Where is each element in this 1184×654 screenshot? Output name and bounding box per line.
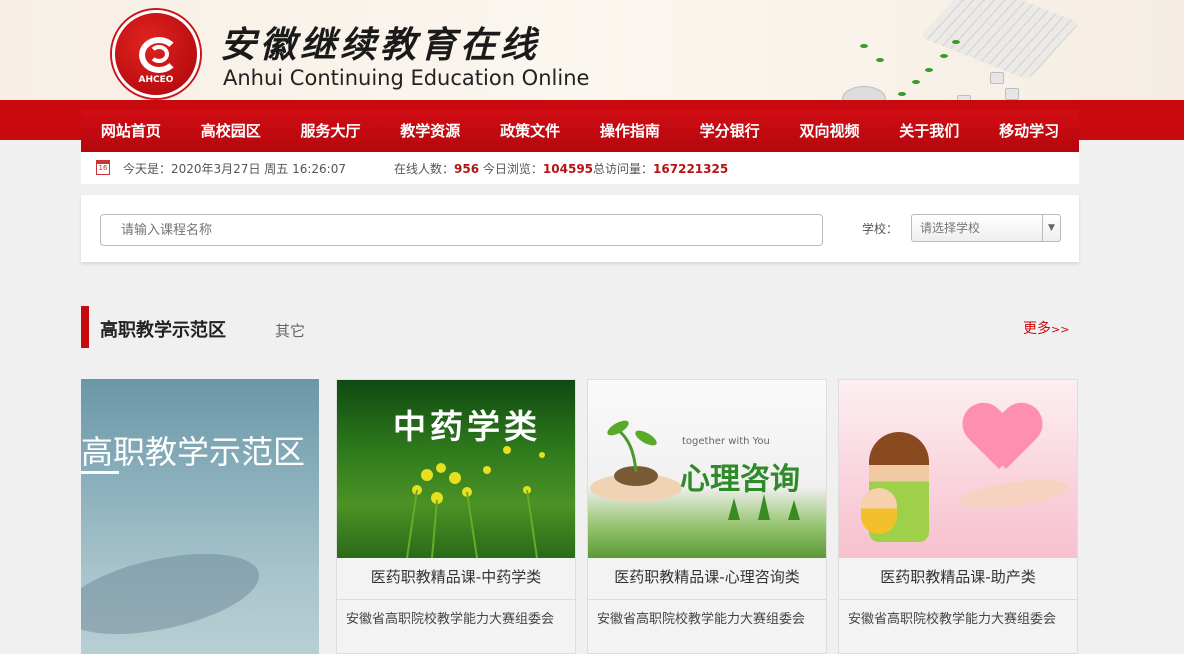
site-logo[interactable]: AHCEO	[112, 10, 200, 98]
child-illustration	[861, 488, 897, 534]
course-card[interactable]: 医药职教精品课-助产类 安徽省高职院校教学能力大赛组委会	[838, 379, 1078, 654]
info-bar: 16 今天是：2020年3月27日 周五 16:26:07 在线人数：956 今…	[81, 152, 1079, 184]
total-visits: 167221325	[653, 162, 729, 176]
site-title-cn: 安徽继续教育在线	[220, 24, 541, 66]
swimmer-image	[81, 538, 267, 650]
school-select-placeholder: 请选择学校	[920, 221, 981, 235]
nav-item-teaching-resources[interactable]: 教学资源	[380, 110, 480, 152]
nav-item-service-hall[interactable]: 服务大厅	[281, 110, 381, 152]
nav-item-two-way-video[interactable]: 双向视频	[780, 110, 880, 152]
school-label: 学校：	[862, 222, 899, 236]
key-decoration	[990, 72, 1004, 84]
current-date: 今天是：2020年3月27日 周五 16:26:07	[123, 162, 346, 176]
today-views: 104595	[542, 162, 594, 176]
more-link[interactable]: 更多>>	[1023, 318, 1069, 338]
hands-illustration	[957, 474, 1071, 514]
nav-item-mobile-learning[interactable]: 移动学习	[979, 110, 1079, 152]
leaf-decoration	[860, 44, 868, 48]
keyboard-decoration	[920, 0, 1080, 81]
leaf-decoration	[952, 40, 960, 44]
today-label: 今日浏览：	[482, 162, 543, 176]
card-divider	[337, 599, 575, 600]
course-title[interactable]: 医药职教精品课-助产类	[839, 566, 1077, 587]
online-count: 956	[454, 162, 480, 176]
course-thumbnail[interactable]: 中药学类	[337, 380, 575, 558]
more-link-label: 更多	[1023, 321, 1051, 337]
course-title[interactable]: 医药职教精品课-心理咨询类	[588, 566, 826, 587]
course-image-caption: 中药学类	[393, 407, 541, 446]
card-divider	[839, 599, 1077, 600]
tab-other[interactable]: 其它	[275, 320, 305, 341]
nav-item-about-us[interactable]: 关于我们	[879, 110, 979, 152]
nav-item-campus[interactable]: 高校园区	[181, 110, 281, 152]
site-title-en: Anhui Continuing Education Online	[223, 66, 590, 90]
online-label: 在线人数：	[394, 162, 455, 176]
logo-swirl-inner-icon	[149, 45, 169, 63]
course-card[interactable]: 中药学类 医药职教精品课-中药学类 安徽省高职院校教学能力大赛组委会	[336, 379, 576, 654]
leaf-decoration	[925, 68, 933, 72]
course-organizer: 安徽省高职院校教学能力大赛组委会	[597, 612, 806, 627]
total-label: 总访问量：	[593, 162, 654, 176]
section-title[interactable]: 高职教学示范区	[100, 316, 226, 342]
course-image-subcaption: together with You	[682, 436, 770, 447]
key-decoration	[1005, 88, 1019, 100]
search-panel: 学校： 请选择学校 ▼	[81, 195, 1079, 262]
nav-item-policy-documents[interactable]: 政策文件	[480, 110, 580, 152]
main-nav: 网站首页 高校园区 服务大厅 教学资源 政策文件 操作指南 学分银行 双向视频 …	[81, 110, 1079, 152]
chevron-down-icon[interactable]: ▼	[1042, 215, 1060, 241]
more-arrows: >>	[1051, 323, 1070, 336]
card-divider	[588, 599, 826, 600]
course-card[interactable]: together with You 心理咨询 医药职教精品课-心理咨询类 安徽省…	[587, 379, 827, 654]
leaf-decoration	[940, 54, 948, 58]
section-accent-bar	[81, 306, 89, 348]
nav-item-home[interactable]: 网站首页	[81, 110, 181, 152]
course-title[interactable]: 医药职教精品课-中药学类	[337, 566, 575, 587]
leaf-decoration	[898, 92, 906, 96]
feature-banner[interactable]: 高职教学示范区	[81, 379, 319, 654]
course-thumbnail[interactable]: together with You 心理咨询	[588, 380, 826, 558]
feature-underline	[81, 471, 119, 474]
school-select[interactable]: 请选择学校 ▼	[911, 214, 1061, 242]
course-search-input[interactable]	[100, 214, 823, 246]
nav-item-operation-guide[interactable]: 操作指南	[580, 110, 680, 152]
calendar-icon: 16	[96, 160, 110, 175]
leaf-decoration	[876, 58, 884, 62]
course-image-caption: 心理咨询	[680, 462, 800, 497]
nav-item-credit-bank[interactable]: 学分银行	[680, 110, 780, 152]
visitor-stats: 在线人数：956 今日浏览：104595总访问量：167221325	[394, 160, 728, 177]
course-organizer: 安徽省高职院校教学能力大赛组委会	[848, 612, 1057, 627]
course-thumbnail[interactable]	[839, 380, 1077, 558]
site-header: AHCEO 安徽继续教育在线 Anhui Continuing Educatio…	[0, 0, 1184, 110]
course-organizer: 安徽省高职院校教学能力大赛组委会	[346, 612, 555, 627]
feature-title: 高职教学示范区	[81, 433, 306, 471]
logo-abbr: AHCEO	[138, 75, 174, 85]
heart-icon	[964, 405, 1034, 475]
leaf-decoration	[912, 80, 920, 84]
